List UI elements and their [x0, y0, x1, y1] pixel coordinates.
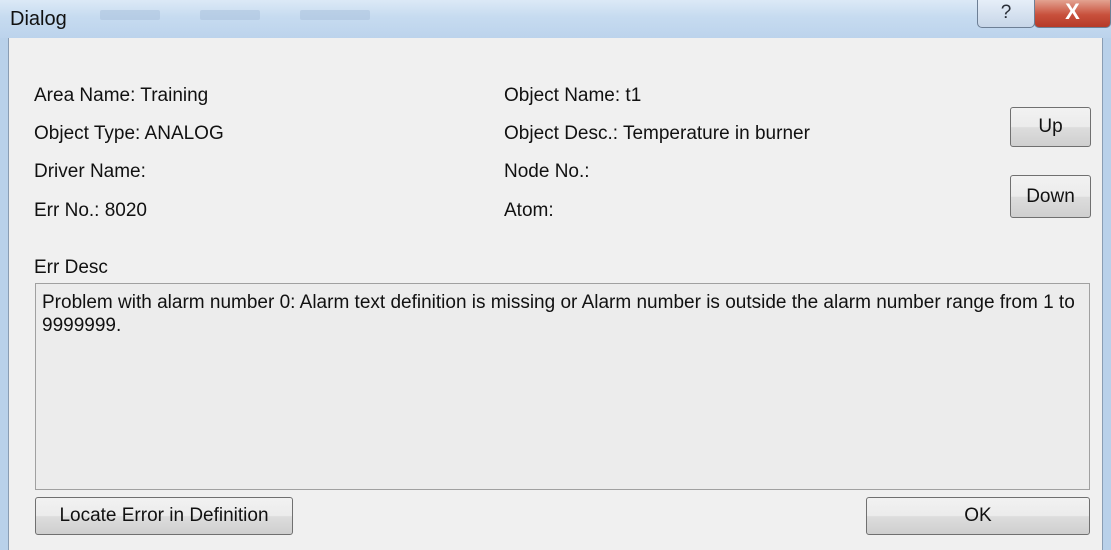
driver-name-label: Driver Name:: [34, 161, 146, 182]
ok-button[interactable]: OK: [866, 497, 1090, 535]
close-button[interactable]: X: [1034, 0, 1111, 28]
object-desc-label: Object Desc.: Temperature in burner: [504, 123, 810, 144]
atom-label: Atom:: [504, 200, 554, 221]
title-bar: Dialog ? X: [0, 0, 1111, 38]
locate-error-button[interactable]: Locate Error in Definition: [35, 497, 293, 535]
background-ghost: [200, 10, 260, 20]
dialog-body: Area Name: Training Object Type: ANALOG …: [8, 38, 1103, 550]
object-name-label: Object Name: t1: [504, 85, 642, 106]
err-no-label: Err No.: 8020: [34, 200, 147, 221]
close-icon: X: [1065, 0, 1080, 24]
node-no-label: Node No.:: [504, 161, 590, 182]
window-title: Dialog: [10, 8, 67, 30]
help-icon: ?: [1000, 2, 1012, 23]
err-desc-textbox[interactable]: Problem with alarm number 0: Alarm text …: [35, 283, 1090, 490]
down-button[interactable]: Down: [1010, 175, 1091, 218]
area-name-label: Area Name: Training: [34, 85, 209, 106]
help-button[interactable]: ?: [977, 0, 1035, 28]
object-type-label: Object Type: ANALOG: [34, 123, 224, 144]
background-ghost: [300, 10, 370, 20]
err-desc-label: Err Desc: [34, 257, 108, 278]
background-ghost: [100, 10, 160, 20]
up-button[interactable]: Up: [1010, 107, 1091, 147]
